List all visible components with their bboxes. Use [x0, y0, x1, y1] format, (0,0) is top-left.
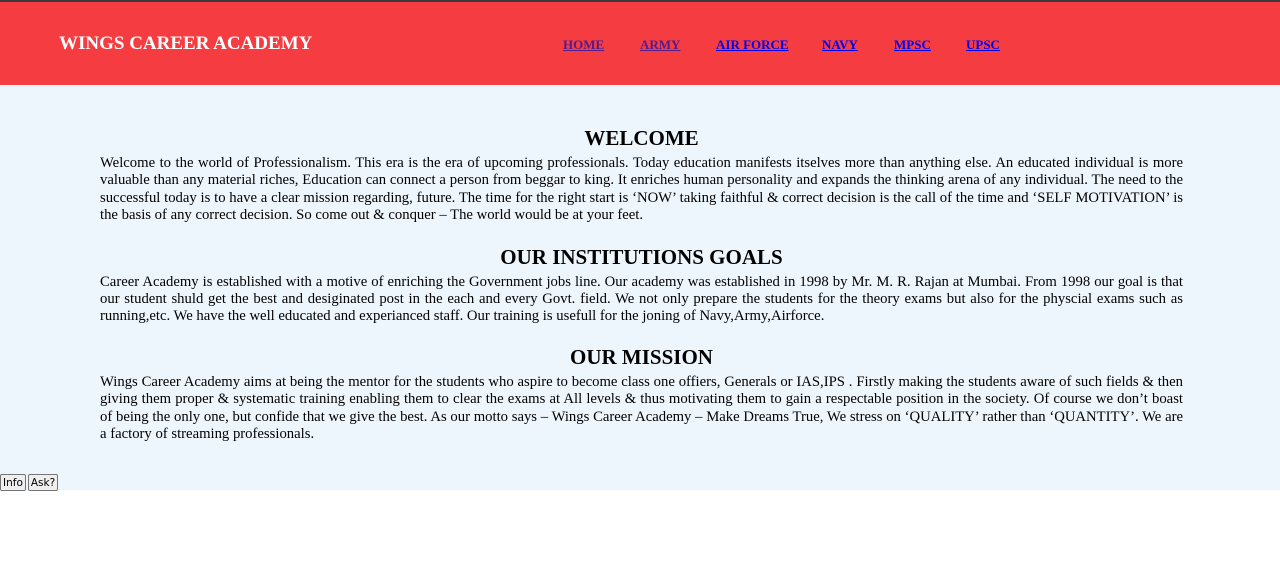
welcome-section: WELCOME Welcome to the world of Professi…: [100, 126, 1183, 225]
ask-button[interactable]: Ask?: [27, 474, 59, 491]
action-buttons: Info Ask?: [0, 474, 59, 491]
main-nav: HOME ARMY AIR FORCE NAVY MPSC UPSC: [0, 2, 1280, 85]
mission-section: OUR MISSION Wings Career Academy aims at…: [100, 345, 1183, 444]
nav-mpsc-link[interactable]: MPSC: [894, 37, 931, 53]
goals-section: OUR INSTITUTIONS GOALS Career Academy is…: [100, 245, 1183, 326]
nav-army-link[interactable]: ARMY: [640, 37, 680, 53]
site-header: WINGS CAREER ACADEMY HOME ARMY AIR FORCE…: [0, 2, 1280, 85]
welcome-heading: WELCOME: [584, 126, 699, 150]
main-content: WELCOME Welcome to the world of Professi…: [0, 85, 1280, 491]
goals-text: Career Academy is established with a mot…: [100, 273, 1183, 325]
nav-upsc-link[interactable]: UPSC: [966, 37, 1000, 53]
welcome-text: Welcome to the world of Professionalism.…: [100, 155, 1183, 224]
nav-home-link[interactable]: HOME: [563, 37, 604, 53]
goals-heading: OUR INSTITUTIONS GOALS: [500, 244, 783, 269]
nav-air-force-link[interactable]: AIR FORCE: [716, 37, 789, 53]
info-button[interactable]: Info: [0, 474, 26, 491]
nav-navy-link[interactable]: NAVY: [822, 37, 858, 53]
mission-heading: OUR MISSION: [570, 344, 713, 369]
mission-text: Wings Career Academy aims at being the m…: [100, 373, 1183, 443]
